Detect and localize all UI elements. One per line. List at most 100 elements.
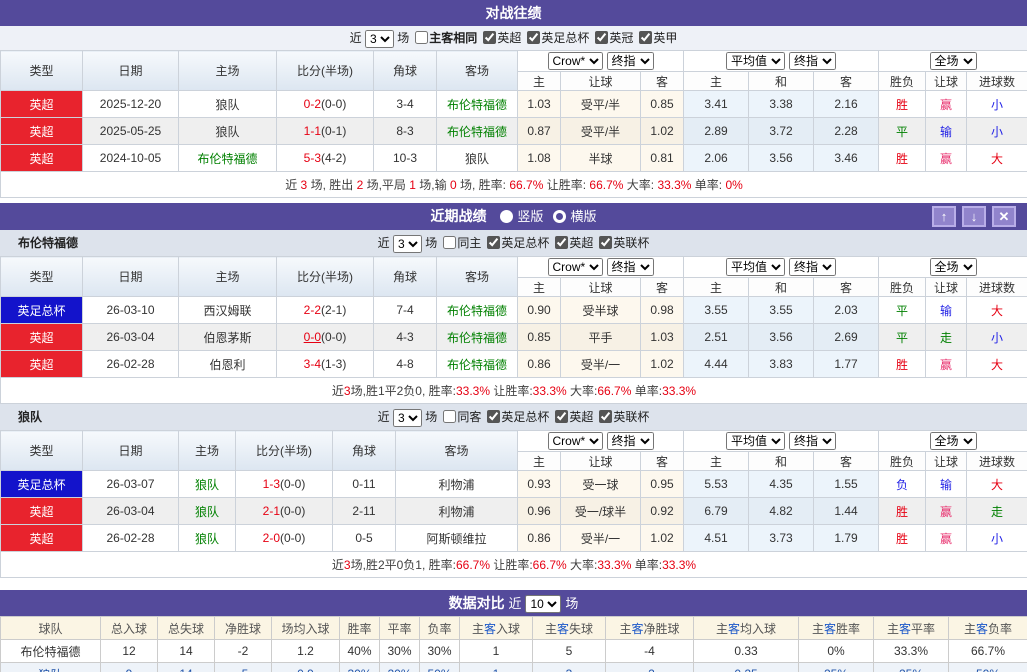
compare-games-label: 场 <box>565 596 579 611</box>
radio-icon[interactable] <box>553 210 567 223</box>
league-1-checkbox[interactable] <box>555 236 569 249</box>
result-cell: 胜 <box>878 90 927 118</box>
crown-odds-cell: 0.81 <box>640 144 684 172</box>
radio-icon[interactable] <box>500 210 514 223</box>
result-cell: 走 <box>966 497 1027 525</box>
league-2-checkbox[interactable] <box>599 236 613 249</box>
layout-radio-1[interactable]: 横版 <box>543 208 596 224</box>
average-select[interactable]: 平均值 <box>726 258 785 276</box>
sub-header-6: 胜负 <box>878 451 927 471</box>
crown-odds-cell: 0.95 <box>640 470 684 498</box>
league-badge: 英超 <box>0 323 83 351</box>
league-0-checkbox[interactable] <box>487 410 501 423</box>
final-index-select-2[interactable]: 终指 <box>789 432 836 450</box>
sub-header-3: 主 <box>683 71 749 91</box>
text-part: 胜率 <box>347 621 372 636</box>
compare-cell: 0.9 <box>271 662 340 672</box>
league-badge: 英超 <box>0 144 83 172</box>
text-part: 大率: <box>566 558 598 572</box>
col-header-1: 日期 <box>82 50 179 91</box>
result-cell: 负 <box>878 470 927 498</box>
compare-cell: -2 <box>214 639 272 663</box>
text-part: 总入球 <box>110 621 147 636</box>
league-0: 英超 <box>483 31 521 45</box>
score-main[interactable]: 0-0 <box>304 330 321 344</box>
crown-odds-cell: 1.03 <box>640 323 684 351</box>
average-select[interactable]: 平均值 <box>726 432 785 450</box>
recent-teams-container: 布伦特福德近 3 场同主 英足总杯 英超 英联杯 类型 日期 主场 比分(半场) 角球 客场 Cro… <box>0 230 1027 578</box>
league-2-label: 英联杯 <box>613 410 650 424</box>
final-index-select-2[interactable]: 终指 <box>789 52 836 70</box>
text-part: 负率 <box>988 621 1013 636</box>
crow-select[interactable]: Crow* <box>547 258 603 276</box>
league-badge: 英足总杯 <box>0 296 83 324</box>
match-date: 26-03-10 <box>82 296 179 324</box>
league-0-checkbox[interactable] <box>487 236 501 249</box>
final-index-select[interactable]: 终指 <box>606 52 654 70</box>
league-3-checkbox[interactable] <box>639 31 653 44</box>
compare-window-select[interactable]: 10 <box>525 595 562 614</box>
result-cell: 输 <box>925 296 968 324</box>
crow-select[interactable]: Crow* <box>547 52 603 70</box>
text-part: 客 <box>727 621 740 636</box>
match-score: 5-3(4-2) <box>276 144 374 172</box>
crown-odds-cell: 受半/一 <box>560 524 641 552</box>
text-part: 均入球 <box>740 621 777 636</box>
sub-header-2: 客 <box>640 277 684 297</box>
compare-header-13: 主客平率 <box>873 616 949 640</box>
full-match-select[interactable]: 全场 <box>929 52 977 70</box>
final-index-select[interactable]: 终指 <box>606 258 654 276</box>
compare-cell: 0.33 <box>693 639 799 663</box>
window-select[interactable]: 3 <box>364 29 394 48</box>
crown-odds-cell: 1.08 <box>517 144 561 172</box>
match-row: 英超 26-02-28 伯恩利 3-4(1-3) 4-8 布伦特福德 0.86 受半/一 1.0… <box>0 350 1027 378</box>
result-cell: 小 <box>966 90 1027 118</box>
full-match-select[interactable]: 全场 <box>929 258 977 276</box>
crown-odds-group: Crow* 终指 <box>517 256 684 278</box>
text-part: 主 <box>471 621 484 636</box>
sub-header-1: 让球 <box>560 451 641 471</box>
compare-cell: 33.3% <box>873 639 949 663</box>
compare-cell: 25% <box>798 662 874 672</box>
crown-odds-cell: 1.02 <box>640 350 684 378</box>
result-cell: 赢 <box>925 90 968 118</box>
corner-score: 4-8 <box>373 350 437 378</box>
compare-cell: 0% <box>798 639 874 663</box>
close-button[interactable]: ✕ <box>992 206 1016 227</box>
same-venue-checkbox[interactable] <box>443 236 457 249</box>
text-part: 33.3% <box>532 384 567 398</box>
crown-odds-cell: 平手 <box>560 323 641 351</box>
h2h-table: 类型 日期 主场 比分(半场) 角球 客场 Crow* 终指 平均值 终指 全场主让球客主和客胜负让… <box>0 50 1027 198</box>
league-1-checkbox[interactable] <box>527 31 541 44</box>
match-table: 类型 日期 主场 比分(半场) 角球 客场 Crow* 终指 平均值 终指 全场主让球客主和客胜负让… <box>0 430 1027 578</box>
window-select[interactable]: 3 <box>392 408 422 427</box>
away-team: 布伦特福德 <box>436 296 518 324</box>
crow-select[interactable]: Crow* <box>547 432 603 450</box>
result-cell: 输 <box>925 117 968 145</box>
text-part: 平率 <box>387 621 412 636</box>
league-2-checkbox[interactable] <box>595 31 609 44</box>
move-down-button[interactable]: ↓ <box>962 206 986 227</box>
same-venue-checkbox[interactable] <box>443 410 457 423</box>
final-index-select[interactable]: 终指 <box>606 432 654 450</box>
league-1-checkbox[interactable] <box>555 410 569 423</box>
compare-cell: 5 <box>532 639 606 663</box>
sub-header-2: 客 <box>640 451 684 471</box>
full-match-select[interactable]: 全场 <box>929 432 977 450</box>
league-0-checkbox[interactable] <box>483 31 497 44</box>
layout-radio-0[interactable]: 竖版 <box>490 208 543 224</box>
crown-odds-cell: 受一球 <box>560 470 641 498</box>
final-index-select-2[interactable]: 终指 <box>789 258 836 276</box>
col-header-2: 主场 <box>178 50 277 91</box>
radio-label: 竖版 <box>517 209 544 224</box>
average-odds-cell: 2.03 <box>812 296 880 324</box>
average-select[interactable]: 平均值 <box>726 52 785 70</box>
text-part: 场,输 <box>415 178 450 192</box>
move-up-button[interactable]: ↑ <box>932 206 956 227</box>
text-part: 66.7% <box>455 558 490 572</box>
compare-cell: 1 <box>459 662 533 672</box>
same-venue-checkbox[interactable] <box>415 31 429 44</box>
away-team: 利物浦 <box>395 470 518 498</box>
league-2-checkbox[interactable] <box>599 410 613 423</box>
window-select[interactable]: 3 <box>392 234 422 253</box>
